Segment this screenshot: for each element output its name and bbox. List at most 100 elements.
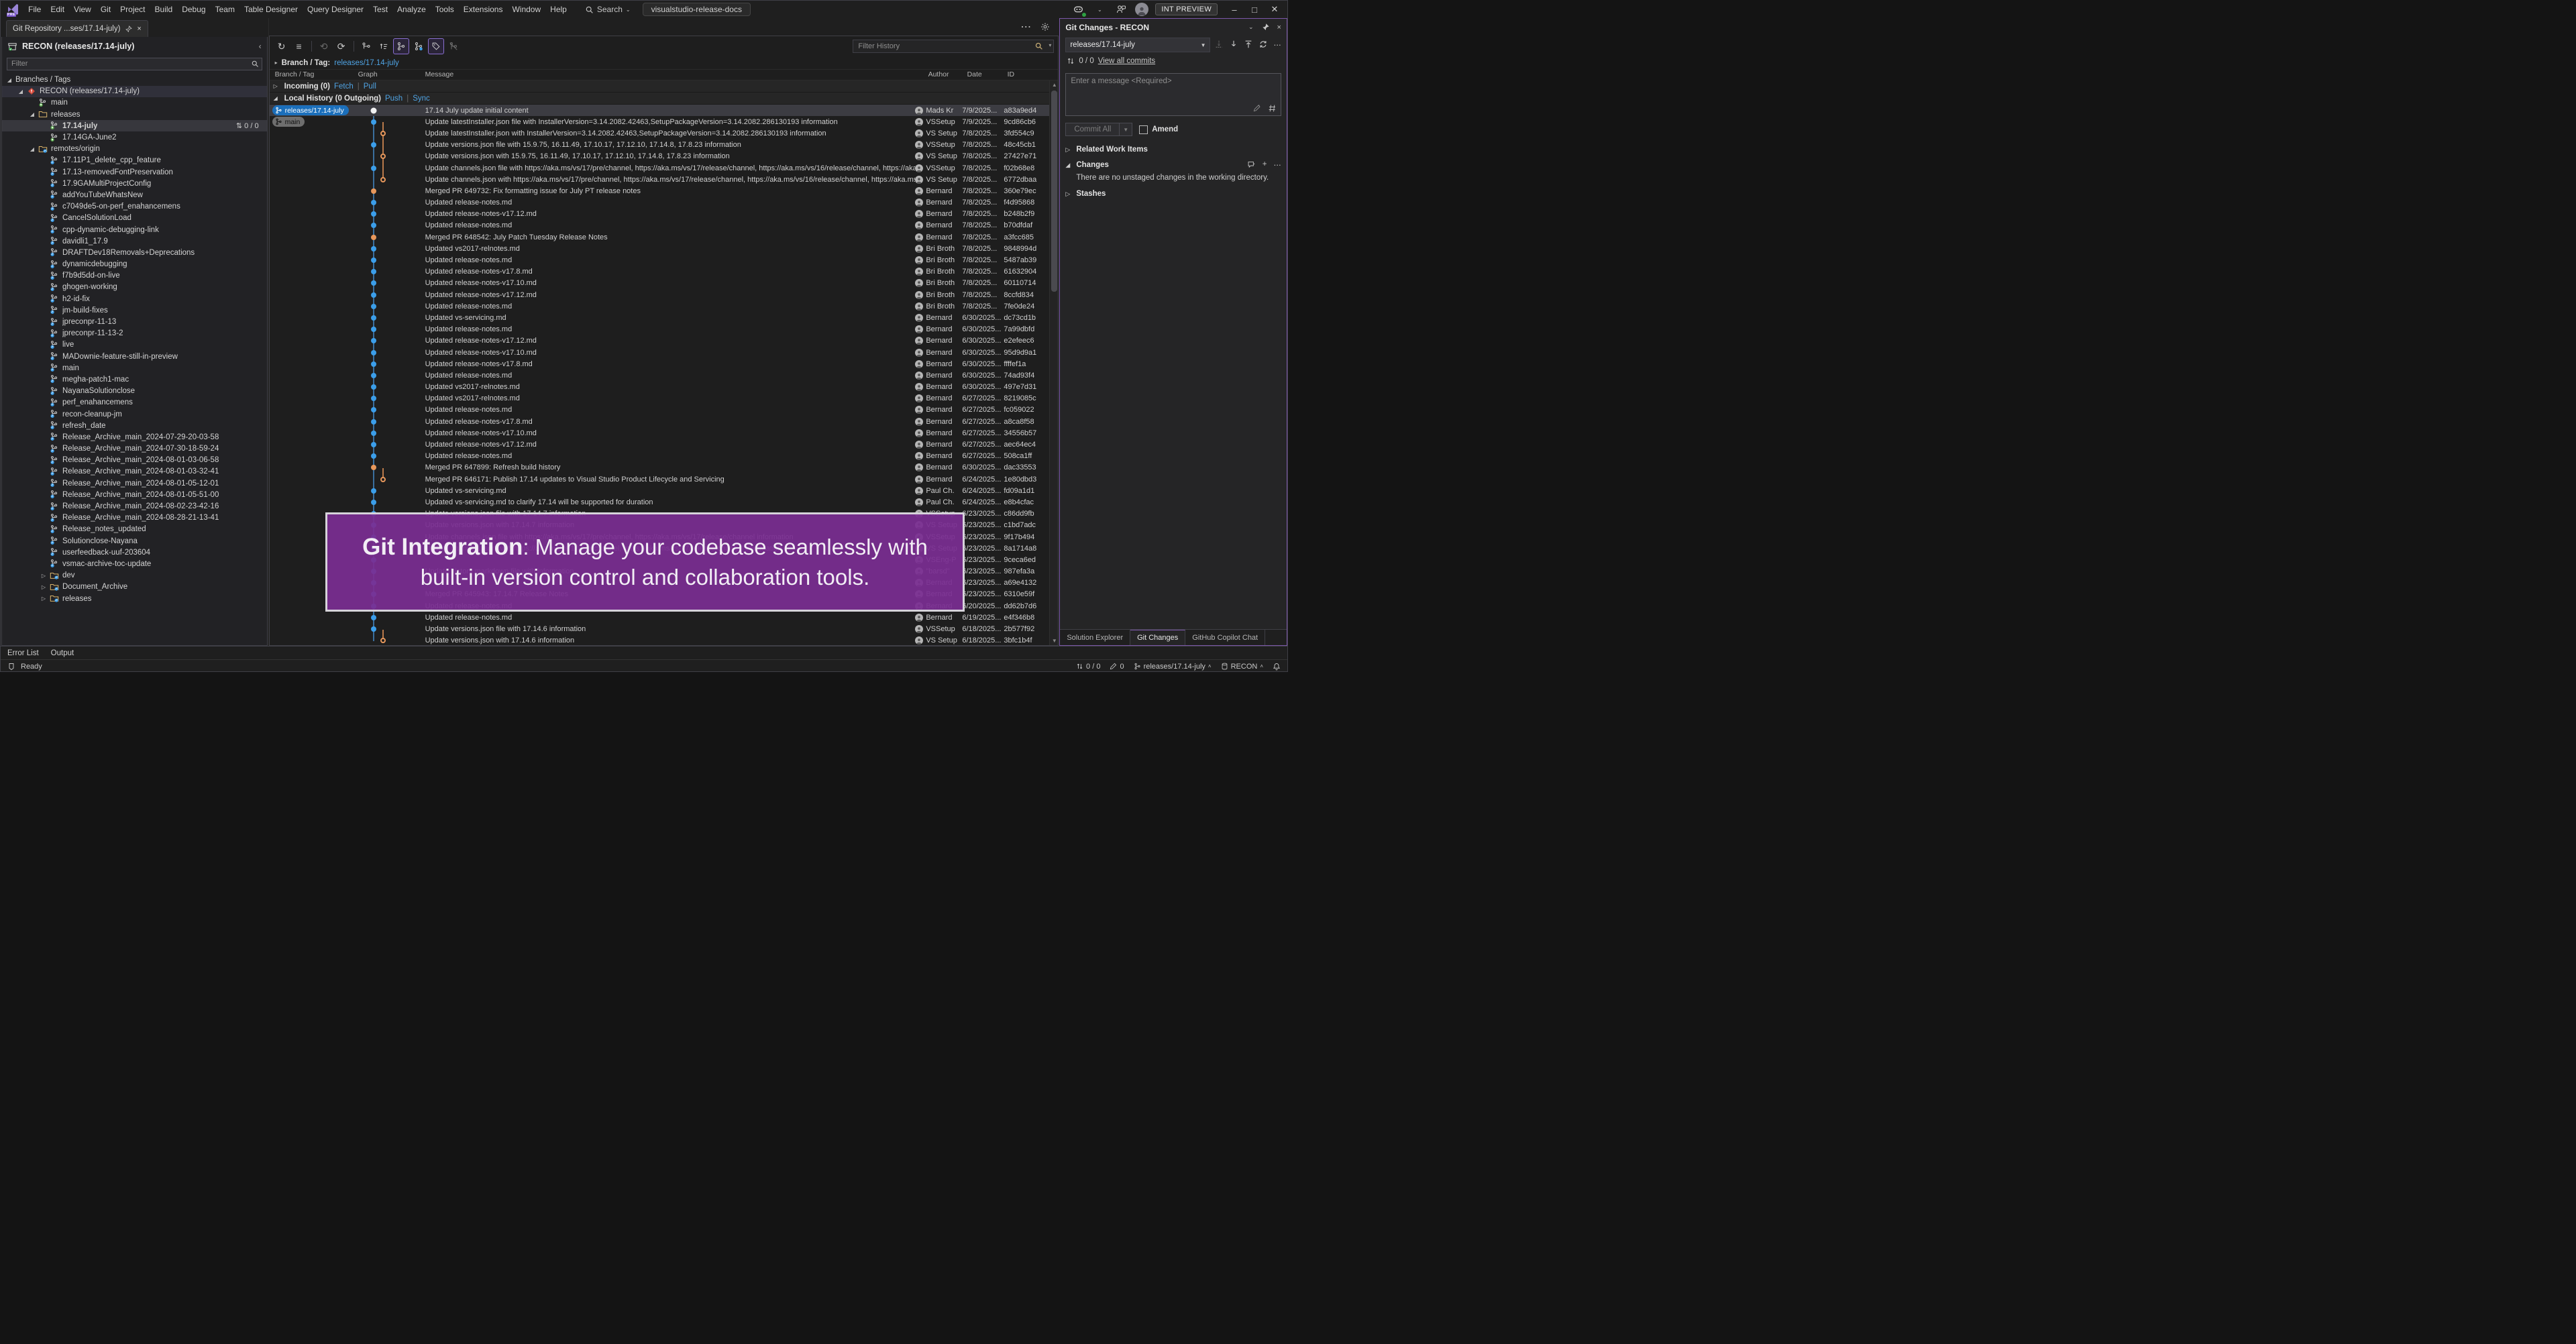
send-feedback-button[interactable] — [1114, 2, 1128, 17]
tree-item-jm-build-fixes[interactable]: jm-build-fixes — [2, 304, 267, 316]
branch-filter-input[interactable] — [7, 58, 262, 70]
notifications-bell[interactable] — [1273, 663, 1281, 671]
tree-item-dynamicdebugging[interactable]: dynamicdebugging — [2, 259, 267, 270]
tree-item-draftdev18removals-deprecations[interactable]: DRAFTDev18Removals+Deprecations — [2, 247, 267, 258]
commit-row-a3fcc685[interactable]: Merged PR 648542: July Patch Tuesday Rel… — [270, 231, 1050, 243]
commit-row-e2efeec6[interactable]: Updated release-notes-v17.12.mdBernard6/… — [270, 335, 1050, 347]
expander-icon[interactable]: ▷ — [40, 596, 47, 602]
expander-icon[interactable]: ▷ — [40, 584, 47, 590]
insert-work-item-icon[interactable] — [1268, 104, 1277, 113]
collapse-pane-button[interactable]: ‹ — [259, 42, 262, 51]
menu-extensions[interactable]: Extensions — [459, 3, 508, 16]
column-header-message[interactable]: Message — [425, 70, 454, 78]
tree-item-releases[interactable]: ◢releases — [2, 109, 267, 120]
show-local-branches-toggle[interactable] — [393, 38, 409, 54]
column-header-date[interactable]: Date — [967, 70, 982, 78]
menu-project[interactable]: Project — [115, 3, 150, 16]
maximize-button[interactable]: □ — [1244, 2, 1265, 17]
section-incoming-0[interactable]: ▷Incoming (0)Fetch|Pull — [270, 80, 1050, 93]
menu-file[interactable]: File — [23, 3, 46, 16]
compare-branch-icon[interactable] — [358, 38, 374, 54]
tree-item-jpreconpr-11-13-2[interactable]: jpreconpr-11-13-2 — [2, 328, 267, 339]
tree-item-recon-releases-17-14-july[interactable]: ◢RECON (releases/17.14-july) — [2, 86, 267, 97]
tree-item-cancelsolutionload[interactable]: CancelSolutionLoad — [2, 213, 267, 224]
menu-help[interactable]: Help — [545, 3, 572, 16]
commit-row-dac33553[interactable]: Merged PR 647899: Refresh build historyB… — [270, 462, 1050, 473]
copilot-status-button[interactable] — [1071, 2, 1085, 17]
stashes-section[interactable]: ▷Stashes — [1060, 186, 1287, 201]
stage-all-icon[interactable]: + — [1263, 160, 1267, 170]
menu-tools[interactable]: Tools — [431, 3, 459, 16]
show-tags-toggle[interactable] — [428, 38, 444, 54]
view-all-commits-link[interactable]: View all commits — [1098, 57, 1155, 65]
menu-git[interactable]: Git — [96, 3, 115, 16]
refresh-icon[interactable]: ↻ — [274, 38, 290, 54]
more-actions-icon[interactable]: ⋯ — [1273, 40, 1281, 50]
tree-item-madownie-feature-still-in-preview[interactable]: MADownie-feature-still-in-preview — [2, 351, 267, 362]
commit-row-fc059022[interactable]: Updated release-notes.mdBernard6/27/2025… — [270, 404, 1050, 416]
copilot-review-icon[interactable] — [1247, 160, 1256, 169]
commit-message-box[interactable]: Enter a message <Required> — [1065, 73, 1281, 116]
commit-row-7a99dbfd[interactable]: Updated release-notes.mdBernard6/30/2025… — [270, 324, 1050, 335]
branch-tag-value[interactable]: releases/17.14-july — [334, 59, 399, 67]
close-button[interactable]: ✕ — [1265, 2, 1285, 17]
commit-row-aec64ec4[interactable]: Updated release-notes-v17.12.mdBernard6/… — [270, 439, 1050, 450]
hide-merges-icon[interactable] — [445, 38, 462, 54]
tree-item-ghogen-working[interactable]: ghogen-working — [2, 282, 267, 293]
list-view-icon[interactable]: ≡ — [291, 38, 307, 54]
tab-error-list[interactable]: Error List — [7, 649, 39, 657]
pull-icon[interactable] — [1229, 40, 1238, 51]
related-work-items-section[interactable]: ▷Related Work Items — [1060, 142, 1287, 156]
commit-row-ffffef1a[interactable]: Updated release-notes-v17.8.mdBernard6/3… — [270, 358, 1050, 370]
menu-team[interactable]: Team — [211, 3, 239, 16]
commit-row-7fe0de24[interactable]: Updated release-notes.mdBri Broth7/8/202… — [270, 300, 1050, 312]
commit-row-8ccfd834[interactable]: Updated release-notes-v17.12.mdBri Broth… — [270, 289, 1050, 300]
commit-row-61632904[interactable]: Updated release-notes-v17.8.mdBri Broth7… — [270, 266, 1050, 278]
tree-item-f7b9d5dd-on-live[interactable]: f7b9d5dd-on-live — [2, 270, 267, 282]
commit-row-1e80dbd3[interactable]: Merged PR 646171: Publish 17.14 updates … — [270, 473, 1050, 485]
commit-row-e8b4cfac[interactable]: Updated vs-servicing.md to clarify 17.14… — [270, 496, 1050, 508]
tree-item-live[interactable]: live — [2, 339, 267, 351]
status-pending-edits[interactable]: 0 — [1110, 663, 1124, 671]
scroll-up-icon[interactable]: ▲ — [1050, 80, 1058, 89]
commit-row-3fd554c9[interactable]: Update latestInstaller.json with Install… — [270, 127, 1050, 139]
tree-item-release-archive-main-2024-08-01-03-06-58[interactable]: Release_Archive_main_2024-08-01-03-06-58 — [2, 455, 267, 466]
tree-item-refresh-date[interactable]: refresh_date — [2, 420, 267, 431]
tree-item-davidli1-17-9[interactable]: davidli1_17.9 — [2, 235, 267, 247]
column-header-branch-tag[interactable]: Branch / Tag — [275, 70, 315, 78]
show-remote-branches-toggle[interactable] — [411, 38, 427, 54]
tree-item-release-notes-updated[interactable]: Release_notes_updated — [2, 524, 267, 535]
amend-checkbox[interactable]: Amend — [1139, 125, 1178, 134]
commit-all-button[interactable]: Commit All ▼ — [1065, 123, 1132, 136]
tree-item-release-archive-main-2024-08-01-05-12-01[interactable]: Release_Archive_main_2024-08-01-05-12-01 — [2, 478, 267, 489]
filter-history-input[interactable] — [853, 40, 1054, 53]
copilot-chevron-button[interactable]: ⌄ — [1092, 2, 1107, 17]
status-current-repo[interactable]: RECON ˄ — [1221, 663, 1263, 671]
menu-window[interactable]: Window — [507, 3, 545, 16]
tab-output[interactable]: Output — [51, 649, 74, 657]
commit-row-f02b68e8[interactable]: Update channels.json file with https://a… — [270, 162, 1050, 174]
history-scrollbar[interactable]: ▲ ▼ — [1049, 80, 1058, 645]
menu-table-designer[interactable]: Table Designer — [239, 3, 303, 16]
tree-item-release-archive-main-2024-08-02-23-42-16[interactable]: Release_Archive_main_2024-08-02-23-42-16 — [2, 500, 267, 512]
menu-build[interactable]: Build — [150, 3, 178, 16]
commit-row-9848994d[interactable]: Updated vs2017-relnotes.mdBri Broth7/8/2… — [270, 243, 1050, 254]
tab-github-copilot-chat[interactable]: GitHub Copilot Chat — [1185, 630, 1265, 645]
commit-row-74ad93f4[interactable]: Updated release-notes.mdBernard6/30/2025… — [270, 370, 1050, 381]
tree-item-megha-patch1-mac[interactable]: megha-patch1-mac — [2, 374, 267, 385]
push-icon[interactable] — [1244, 40, 1253, 51]
search-control[interactable]: Search ⌄ — [580, 3, 636, 15]
tree-item-17-11p1-delete-cpp-feature[interactable]: 17.11P1_delete_cpp_feature — [2, 155, 267, 166]
sync-icon[interactable] — [1258, 40, 1268, 51]
commit-row-e4f346b8[interactable]: Updated release-notes.mdBernard6/19/2025… — [270, 612, 1050, 623]
commit-row-8219085c[interactable]: Updated vs2017-relnotes.mdBernard6/27/20… — [270, 393, 1050, 404]
changes-section[interactable]: ◢Changes + ⋯ — [1060, 156, 1287, 172]
tree-item-main[interactable]: main — [2, 97, 267, 109]
tree-item-nayanasolutionclose[interactable]: NayanaSolutionclose — [2, 386, 267, 397]
commit-row-60110714[interactable]: Updated release-notes-v17.10.mdBri Broth… — [270, 278, 1050, 289]
revert-icon[interactable]: ⟳ — [333, 38, 350, 54]
commit-row-48c45cb1[interactable]: Update versions.json file with 15.9.75, … — [270, 139, 1050, 151]
commit-row-9cd86cb6[interactable]: mainUpdate latestInstaller.json file wit… — [270, 116, 1050, 127]
undo-merge-icon[interactable]: ⟲ — [316, 38, 332, 54]
tree-item-jpreconpr-11-13[interactable]: jpreconpr-11-13 — [2, 316, 267, 327]
